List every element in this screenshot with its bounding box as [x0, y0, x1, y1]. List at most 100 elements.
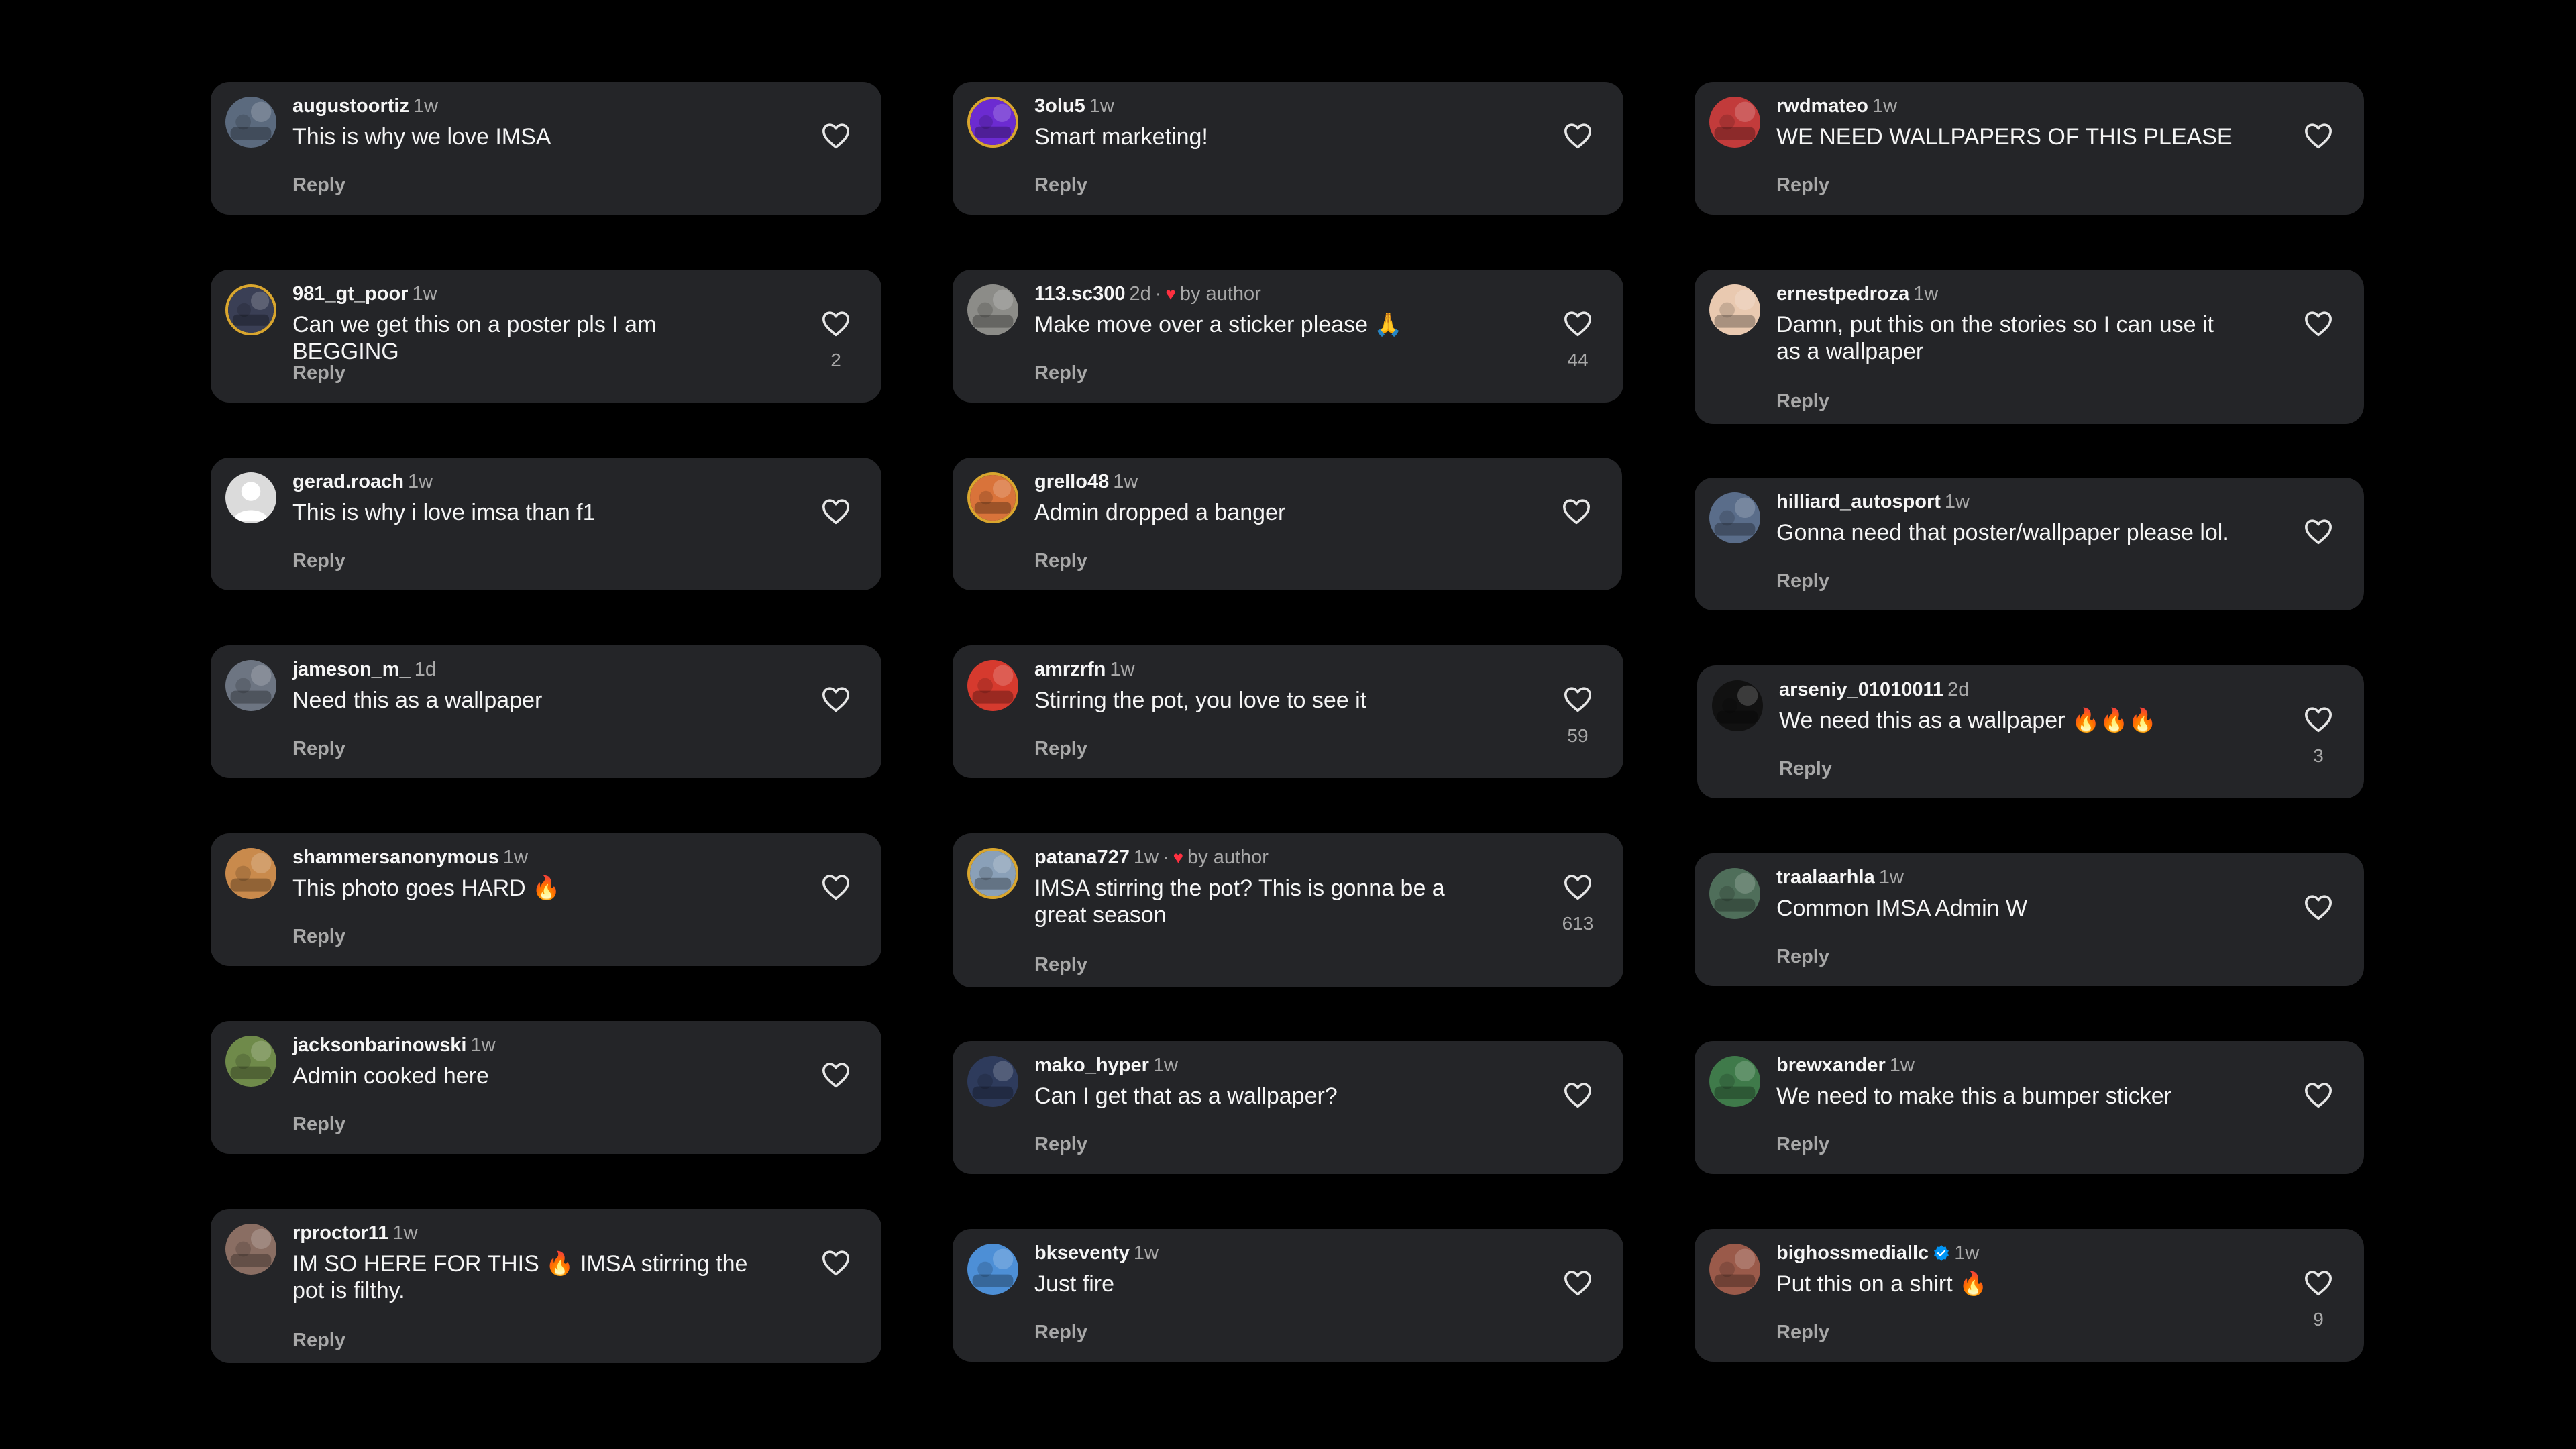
like-button[interactable] [1563, 686, 1593, 712]
avatar[interactable] [1709, 868, 1760, 919]
reply-button[interactable]: Reply [1034, 361, 1087, 385]
username-link[interactable]: gerad.roach [292, 471, 404, 492]
like-button[interactable] [2304, 1081, 2333, 1108]
comment-card: shammersanonymous 1w This photo goes HARD … [211, 833, 881, 966]
reply-button[interactable]: Reply [1776, 389, 1829, 413]
comment-text: Admin dropped a banger [1034, 500, 1286, 525]
like-button[interactable] [1563, 310, 1593, 337]
like-button[interactable] [821, 1061, 851, 1088]
like-button[interactable] [2304, 706, 2333, 733]
username-link[interactable]: bighossmediallc [1776, 1242, 1929, 1264]
heart-outline-icon [822, 687, 849, 712]
avatar[interactable] [1709, 1056, 1760, 1107]
comment-card: arseniy_01010011 2d We need this as a wall… [1697, 665, 2364, 798]
like-button[interactable] [821, 873, 851, 900]
username-link[interactable]: hilliard_autosport [1776, 491, 1941, 513]
purple-photo-avatar [970, 99, 1016, 145]
username-link[interactable]: traalaarhla [1776, 867, 1875, 888]
avatar[interactable] [225, 848, 276, 899]
like-button[interactable] [1563, 873, 1593, 900]
reply-button[interactable]: Reply [1776, 945, 1829, 969]
username-link[interactable]: amrzrfn [1034, 659, 1106, 680]
username-link[interactable]: jameson_m_ [292, 659, 411, 680]
reply-button[interactable]: Reply [1034, 737, 1087, 761]
like-button[interactable] [821, 686, 851, 712]
like-button[interactable] [821, 122, 851, 149]
like-button[interactable] [2304, 1269, 2333, 1296]
avatar[interactable] [1712, 680, 1763, 731]
like-button[interactable] [821, 498, 851, 525]
reply-button[interactable]: Reply [1776, 1132, 1829, 1157]
comment-meta: 981_gt_poor 1w [292, 282, 437, 306]
avatar[interactable] [225, 97, 276, 148]
username-link[interactable]: ernestpedroza [1776, 283, 1909, 305]
username-link[interactable]: 981_gt_poor [292, 283, 408, 305]
avatar[interactable] [225, 660, 276, 711]
like-button[interactable] [1562, 498, 1591, 525]
reply-button[interactable]: Reply [292, 1112, 345, 1136]
avatar[interactable] [967, 284, 1018, 335]
orange-photo-avatar [970, 475, 1016, 521]
heart-outline-icon [822, 1063, 849, 1088]
avatar[interactable] [225, 472, 276, 523]
avatar[interactable] [1709, 97, 1760, 148]
reply-button[interactable]: Reply [1034, 549, 1087, 573]
avatar[interactable] [1709, 492, 1760, 543]
avatar[interactable] [967, 660, 1018, 711]
username-link[interactable]: grello48 [1034, 471, 1109, 492]
username-link[interactable]: mako_hyper [1034, 1055, 1149, 1076]
like-button[interactable] [1563, 1269, 1593, 1296]
reply-button[interactable]: Reply [1034, 953, 1087, 977]
like-button[interactable] [2304, 122, 2333, 149]
heart-outline-icon [2304, 519, 2332, 545]
avatar[interactable] [967, 1244, 1018, 1295]
reply-button[interactable]: Reply [1776, 1320, 1829, 1344]
username-link[interactable]: arseniy_01010011 [1779, 679, 1943, 700]
timestamp: 1w [413, 95, 439, 117]
avatar[interactable] [967, 472, 1018, 523]
reply-button[interactable]: Reply [292, 361, 345, 385]
username-link[interactable]: shammersanonymous [292, 847, 499, 868]
comment-meta: bkseventy 1w [1034, 1241, 1159, 1265]
avatar[interactable] [225, 1224, 276, 1275]
reply-button[interactable]: Reply [292, 1328, 345, 1352]
reply-button[interactable]: Reply [292, 924, 345, 949]
avatar[interactable] [1709, 1244, 1760, 1295]
like-button[interactable] [821, 310, 851, 337]
username-link[interactable]: 113.sc300 [1034, 283, 1125, 305]
like-button[interactable] [2304, 310, 2333, 337]
reply-button[interactable]: Reply [292, 173, 345, 197]
avatar[interactable] [967, 848, 1018, 899]
username-link[interactable]: jacksonbarinowski [292, 1034, 467, 1056]
avatar[interactable] [967, 1056, 1018, 1107]
username-link[interactable]: patana727 [1034, 847, 1130, 868]
avatar[interactable] [225, 284, 276, 335]
heart-outline-icon [822, 311, 849, 337]
like-button[interactable] [2304, 518, 2333, 545]
username-link[interactable]: rwdmateo [1776, 95, 1868, 117]
avatar[interactable] [225, 1036, 276, 1087]
reply-button[interactable]: Reply [292, 737, 345, 761]
like-button[interactable] [1563, 1081, 1593, 1108]
reply-button[interactable]: Reply [292, 549, 345, 573]
username-link[interactable]: 3olu5 [1034, 95, 1085, 117]
reply-button[interactable]: Reply [1034, 1320, 1087, 1344]
avatar[interactable] [967, 97, 1018, 148]
reply-button[interactable]: Reply [1779, 757, 1832, 781]
username-link[interactable]: brewxander [1776, 1055, 1886, 1076]
like-button[interactable] [1563, 122, 1593, 149]
comment-card: 113.sc300 2d · ♥ by author Make move over a s… [953, 270, 1623, 402]
username-link[interactable]: augustoortiz [292, 95, 409, 117]
username-link[interactable]: rproctor11 [292, 1222, 388, 1244]
comment-text: This photo goes HARD 🔥 [292, 875, 561, 901]
reply-button[interactable]: Reply [1034, 1132, 1087, 1157]
reply-button[interactable]: Reply [1776, 173, 1829, 197]
reply-button[interactable]: Reply [1034, 173, 1087, 197]
timestamp: 1w [1872, 95, 1898, 117]
car-photo-avatar [967, 284, 1018, 335]
like-button[interactable] [2304, 894, 2333, 920]
reply-button[interactable]: Reply [1776, 569, 1829, 593]
like-button[interactable] [821, 1249, 851, 1276]
username-link[interactable]: bkseventy [1034, 1242, 1130, 1264]
avatar[interactable] [1709, 284, 1760, 335]
